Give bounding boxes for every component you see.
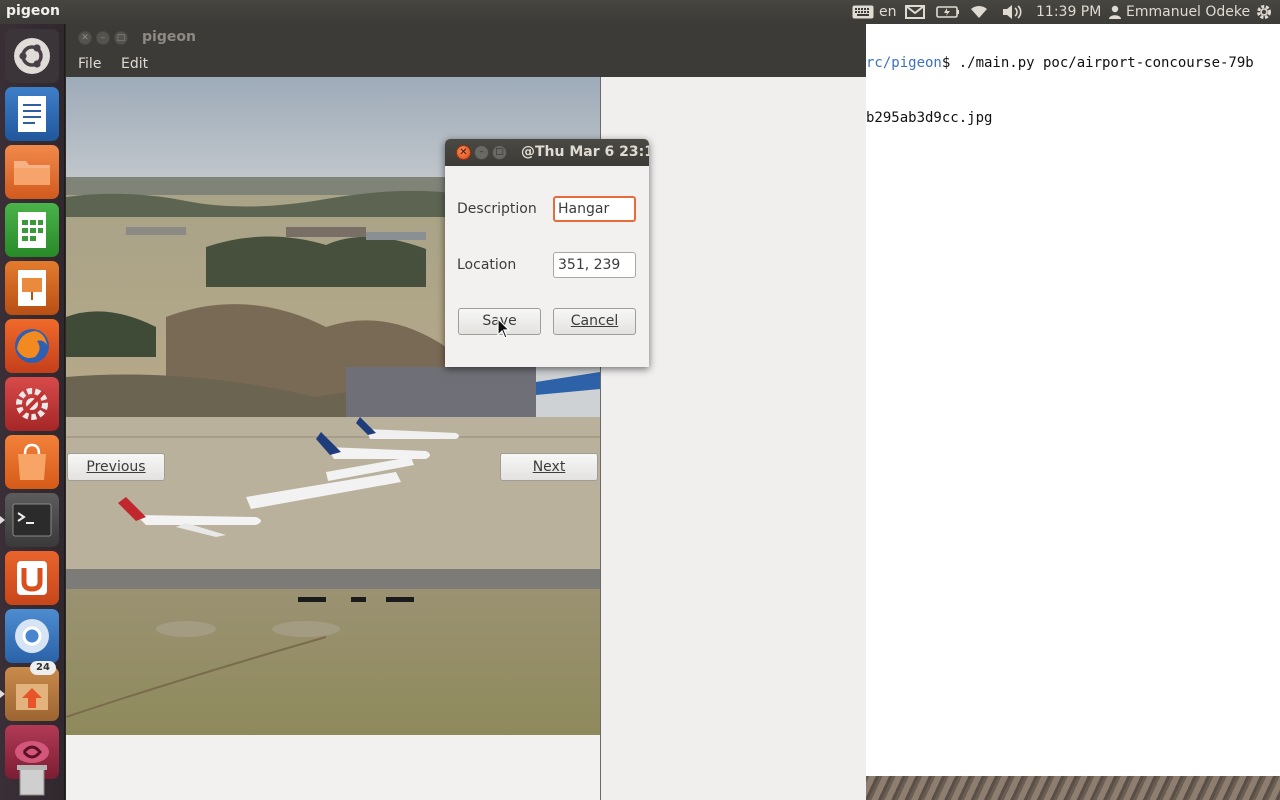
dialog-close-icon[interactable]: ✕ [456, 145, 471, 160]
firefox-icon[interactable] [5, 319, 59, 373]
files-icon[interactable] [5, 145, 59, 199]
active-app-title: pigeon [6, 3, 60, 19]
location-label: Location [457, 257, 517, 273]
libreoffice-calc-icon[interactable] [5, 203, 59, 257]
next-button[interactable]: Next [500, 453, 598, 481]
mail-indicator[interactable] [905, 0, 925, 24]
dialog-titlebar[interactable]: ✕ – □ @Thu Mar 6 23:1 [445, 139, 649, 166]
pigeon-window-title: pigeon [142, 29, 196, 45]
running-indicator [0, 516, 5, 524]
volume-icon [1003, 5, 1022, 19]
terminal-command: $ ./main.py poc/airport-concourse-79b [941, 55, 1254, 71]
updates-count-badge: 24 [30, 661, 56, 675]
software-center-icon[interactable] [5, 435, 59, 489]
terminal-command-line: rc/pigeon$ ./main.py poc/airport-concour… [866, 55, 1254, 71]
trash-icon[interactable] [5, 761, 59, 800]
cancel-button-label: Cancel [570, 313, 619, 329]
ubuntu-one-icon[interactable] [5, 551, 59, 605]
dialog-title: @Thu Mar 6 23:1 [521, 144, 649, 160]
close-icon[interactable]: ✕ [78, 31, 92, 45]
keyboard-indicator[interactable]: en [852, 0, 897, 24]
sound-indicator[interactable] [1001, 0, 1023, 24]
libreoffice-writer-icon[interactable] [5, 87, 59, 141]
software-updater-icon[interactable]: 24 [0, 661, 59, 721]
libreoffice-impress-icon[interactable] [5, 261, 59, 315]
battery-indicator[interactable] [936, 0, 960, 24]
maximize-icon[interactable]: □ [114, 31, 128, 45]
wifi-icon [971, 5, 987, 18]
image-footer-area [66, 735, 600, 800]
keyboard-icon [852, 5, 874, 19]
user-icon [1109, 5, 1121, 19]
dialog-minimize-icon[interactable]: – [474, 145, 489, 160]
terminal-window[interactable]: rc/pigeon$ ./main.py poc/airport-concour… [866, 24, 1280, 800]
minimize-icon[interactable]: – [96, 31, 110, 45]
chromium-icon[interactable] [5, 609, 59, 663]
top-panel: pigeon en 11:39 PM Emmanuel Odeke [0, 0, 1280, 24]
clock[interactable]: 11:39 PM [1036, 0, 1101, 24]
launcher: 24 [0, 24, 65, 800]
keyboard-layout-label: en [879, 4, 897, 20]
desktop-wallpaper [866, 776, 1280, 800]
terminal-icon[interactable] [0, 493, 59, 547]
menu-bar: File Edit [66, 52, 866, 77]
system-settings-icon[interactable] [5, 377, 59, 431]
mail-icon [905, 5, 925, 19]
previous-button[interactable]: Previous [67, 453, 165, 481]
user-name: Emmanuel Odeke [1126, 4, 1251, 20]
cancel-button[interactable]: Cancel [553, 308, 636, 335]
session-menu[interactable] [1255, 0, 1273, 24]
menu-edit[interactable]: Edit [121, 56, 148, 72]
gear-icon [1257, 5, 1271, 19]
description-input[interactable] [553, 196, 636, 222]
network-indicator[interactable] [969, 0, 989, 24]
mouse-cursor-icon [497, 318, 511, 339]
clock-time: 11:39 PM [1036, 4, 1102, 20]
terminal-output-line: b295ab3d9cc.jpg [866, 110, 993, 126]
annotation-dialog: ✕ – □ @Thu Mar 6 23:1 Description Locati… [445, 139, 649, 367]
location-input[interactable] [553, 252, 636, 278]
user-menu[interactable]: Emmanuel Odeke [1108, 0, 1250, 24]
battery-icon [936, 6, 959, 18]
ubuntu-dash-icon[interactable] [5, 29, 59, 83]
menu-file[interactable]: File [78, 56, 101, 72]
dialog-maximize-icon[interactable]: □ [492, 145, 507, 160]
pigeon-titlebar[interactable]: ✕ – □ pigeon [66, 24, 866, 52]
terminal-path: rc/pigeon [866, 55, 942, 71]
description-label: Description [457, 201, 537, 217]
running-indicator [0, 690, 5, 698]
